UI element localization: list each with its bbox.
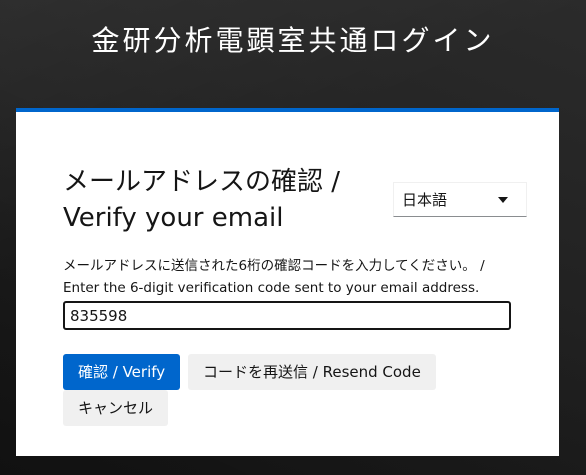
verify-button[interactable]: 確認 / Verify	[63, 354, 181, 390]
page-title: 金研分析電顕室共通ログイン	[91, 24, 495, 57]
caret-down-icon	[498, 197, 508, 203]
language-select-value: 日本語	[402, 191, 448, 209]
verification-code-label: メールアドレスに送信された6桁の確認コードを入力してください。 / Enter …	[63, 255, 533, 299]
language-select[interactable]: 日本語	[393, 182, 527, 217]
verify-email-card: メールアドレスの確認 / Verify your email 日本語 メールアドレ…	[16, 108, 559, 456]
cancel-button[interactable]: キャンセル	[63, 390, 169, 426]
resend-code-button[interactable]: コードを再送信 / Resend Code	[188, 354, 436, 390]
verification-code-label-ja: メールアドレスに送信された6桁の確認コードを入力してください。 /	[63, 258, 485, 274]
card-title-line-1: メールアドレスの確認 /	[63, 167, 341, 197]
card-title: メールアドレスの確認 / Verify your email	[63, 164, 373, 236]
verification-code-label-en: Enter the 6-digit verification code sent…	[63, 280, 480, 296]
verification-code-input[interactable]	[63, 301, 511, 330]
card-title-line-2: Verify your email	[63, 203, 284, 233]
